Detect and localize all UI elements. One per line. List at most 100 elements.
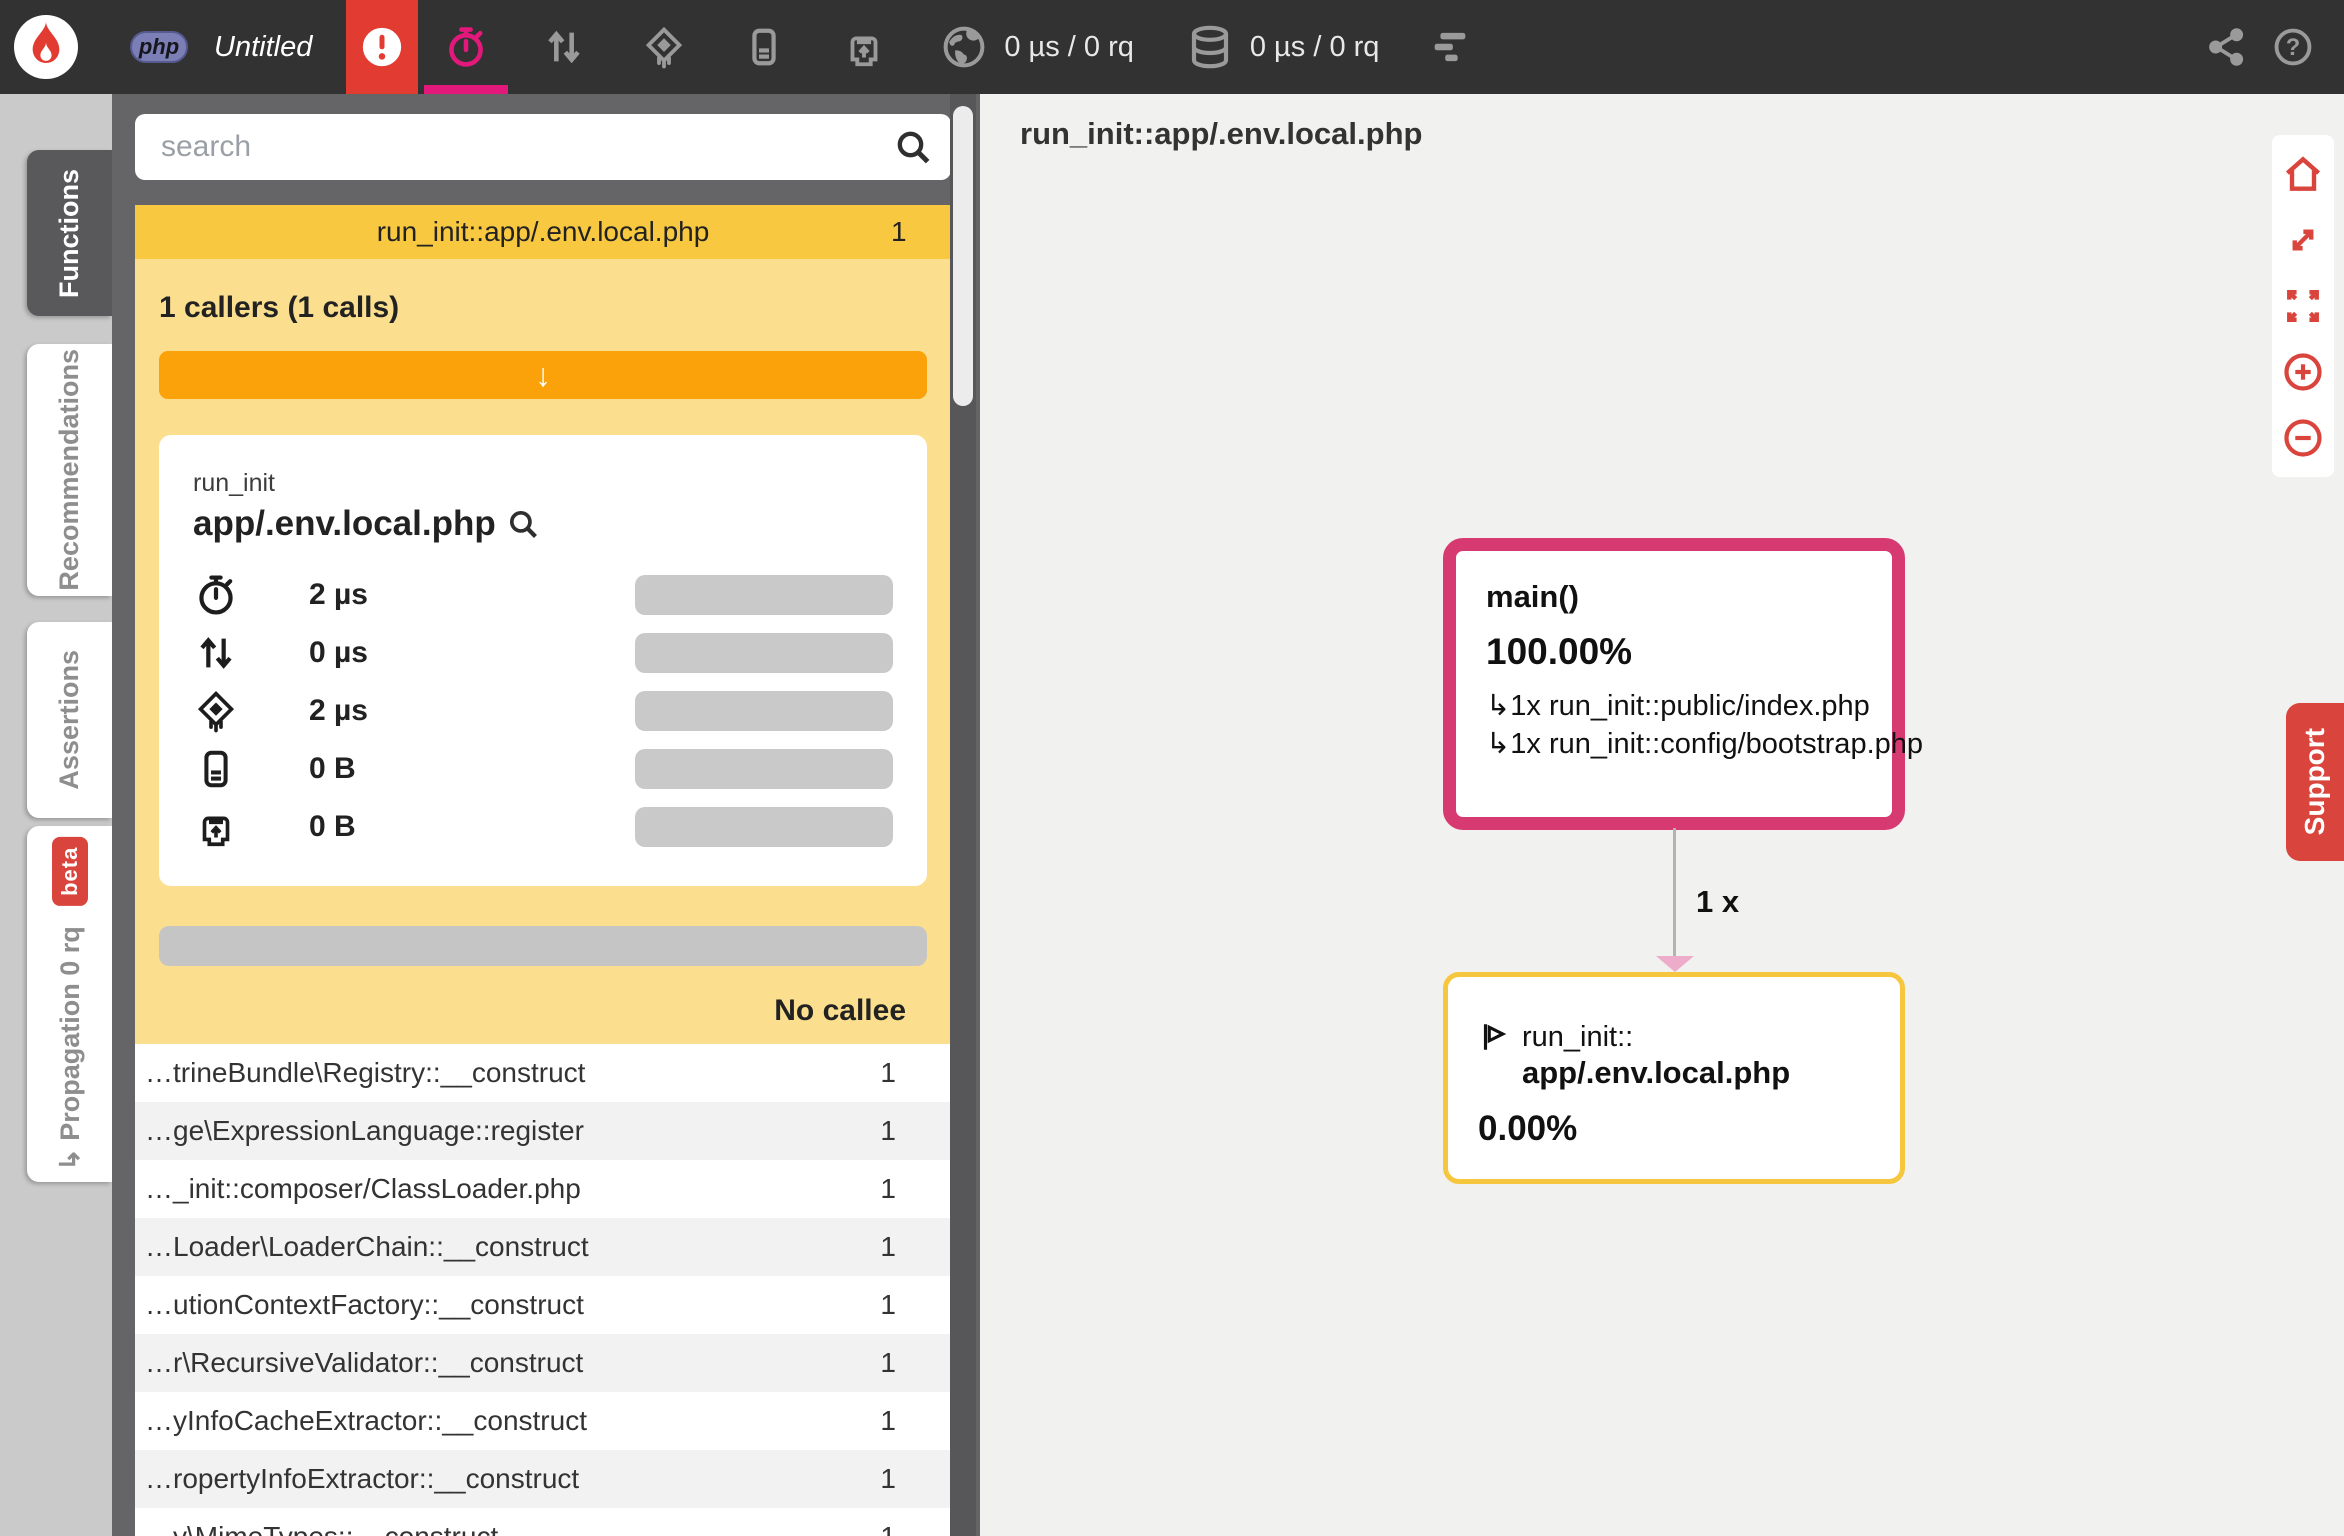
function-list-row[interactable]: …utionContextFactory::__construct 1 <box>135 1276 951 1334</box>
cpu-time-dimension-button[interactable] <box>614 0 714 94</box>
tab-recommendations[interactable]: Recommendations <box>27 344 112 596</box>
function-name: …y\MimeTypes::__construct <box>145 1521 860 1536</box>
graph-edge-label: 1 x <box>1696 884 1739 920</box>
stopwatch-icon <box>193 572 239 618</box>
search-input[interactable] <box>135 130 893 164</box>
cpu-icon <box>193 688 239 734</box>
fit-view-button[interactable] <box>2272 207 2334 273</box>
share-icon <box>2206 26 2248 68</box>
callee-placeholder-bar <box>159 926 927 966</box>
zoom-in-button[interactable] <box>2272 339 2334 405</box>
stopwatch-icon <box>443 24 489 70</box>
http-requests-stat[interactable]: 0 µs / 0 rq <box>914 0 1160 94</box>
zoom-out-button[interactable] <box>2272 405 2334 471</box>
function-namespace: run_init <box>193 469 893 498</box>
network-dimension-button[interactable] <box>814 0 914 94</box>
function-name: …ropertyInfoExtractor::__construct <box>145 1463 860 1495</box>
call-graph-canvas[interactable]: run_init::app/.env.local.php <box>980 94 2344 1536</box>
caller-direction-button[interactable]: ↓ <box>159 351 927 399</box>
support-label: Support <box>2299 728 2331 835</box>
function-list-row[interactable]: …r\RecursiveValidator::__construct 1 <box>135 1334 951 1392</box>
function-list: …trineBundle\Registry::__construct 1 …ge… <box>135 1044 951 1536</box>
call-count: 1 <box>880 1231 896 1263</box>
tab-assertions[interactable]: Assertions <box>27 622 112 818</box>
fullscreen-icon <box>2281 284 2325 328</box>
function-list-row[interactable]: …yInfoCacheExtractor::__construct 1 <box>135 1392 951 1450</box>
metric-row-cpu-time: 2 µs <box>193 682 893 740</box>
home-icon <box>2281 152 2325 196</box>
function-list-row[interactable]: …y\MimeTypes::__construct 1 <box>135 1508 951 1536</box>
inspect-function-icon[interactable] <box>506 507 540 541</box>
blackfire-logo[interactable] <box>14 15 78 79</box>
http-stat-value: 0 µs / 0 rq <box>1004 31 1134 64</box>
node-main-name: main() <box>1486 579 1862 615</box>
flame-icon <box>14 15 78 79</box>
call-count: 1 <box>880 1057 896 1089</box>
function-list-row[interactable]: …ge\ExpressionLanguage::register 1 <box>135 1102 951 1160</box>
node-selected-percent: 0.00% <box>1478 1109 1870 1149</box>
function-list-row[interactable]: …Loader\LoaderChain::__construct 1 <box>135 1218 951 1276</box>
recommendations-alert-button[interactable] <box>346 0 418 94</box>
help-button[interactable]: ? <box>2260 0 2326 94</box>
io-arrows-icon <box>541 24 587 70</box>
help-icon: ? <box>2272 26 2314 68</box>
memory-dimension-button[interactable] <box>714 0 814 94</box>
svg-text:?: ? <box>2286 35 2300 61</box>
node-main-callee: ↳1x run_init::public/index.php <box>1486 687 1862 725</box>
timeline-button[interactable] <box>1405 0 1495 94</box>
sql-queries-stat[interactable]: 0 µs / 0 rq <box>1160 0 1406 94</box>
no-callee-label: No callee <box>135 966 951 1028</box>
graph-node-main[interactable]: main() 100.00% ↳1x run_init::public/inde… <box>1443 538 1905 830</box>
memory-icon <box>193 746 239 792</box>
function-list-row[interactable]: …trineBundle\Registry::__construct 1 <box>135 1044 951 1102</box>
beta-badge: beta <box>52 837 88 906</box>
function-name: …_init::composer/ClassLoader.php <box>145 1173 860 1205</box>
panel-scrollbar-thumb[interactable] <box>953 106 973 406</box>
tab-propagation[interactable]: ↳ Propagation 0 rq beta <box>27 826 112 1182</box>
exclamation-icon <box>359 24 405 70</box>
zoom-in-icon <box>2281 350 2325 394</box>
search-icon[interactable] <box>893 127 933 167</box>
globe-icon <box>940 23 988 71</box>
memory-value: 0 B <box>309 752 509 786</box>
function-name: …utionContextFactory::__construct <box>145 1289 860 1321</box>
graph-title: run_init::app/.env.local.php <box>1020 116 1422 152</box>
function-name: …yInfoCacheExtractor::__construct <box>145 1405 860 1437</box>
functions-panel: run_init::app/.env.local.php 1 1 callers… <box>112 94 980 1536</box>
top-toolbar: php Untitled <box>0 0 2344 94</box>
cpu-time-bar <box>635 691 893 731</box>
sql-stat-value: 0 µs / 0 rq <box>1250 31 1380 64</box>
reset-view-button[interactable] <box>2272 141 2334 207</box>
database-icon <box>1186 23 1234 71</box>
network-value: 0 B <box>309 810 509 844</box>
timeline-bars-icon <box>1427 24 1473 70</box>
tab-functions-label: Functions <box>54 169 85 298</box>
function-name: …trineBundle\Registry::__construct <box>145 1057 860 1089</box>
call-count: 1 <box>880 1173 896 1205</box>
graph-node-selected[interactable]: run_init:: app/.env.local.php 0.00% <box>1443 972 1905 1184</box>
node-selected-prefix: run_init:: <box>1522 1021 1633 1054</box>
metric-row-memory: 0 B <box>193 740 893 798</box>
network-icon <box>841 24 887 70</box>
io-time-dimension-button[interactable] <box>514 0 614 94</box>
graph-edge <box>1673 828 1676 960</box>
support-button[interactable]: Support <box>2286 703 2344 861</box>
panel-scrollbar[interactable] <box>950 94 976 1536</box>
profile-title[interactable]: Untitled <box>214 31 312 64</box>
wall-time-value: 2 µs <box>309 578 509 612</box>
function-name: …ge\ExpressionLanguage::register <box>145 1115 860 1147</box>
search-box <box>135 114 951 180</box>
call-count: 1 <box>880 1347 896 1379</box>
wall-time-bar <box>635 575 893 615</box>
share-button[interactable] <box>2194 0 2260 94</box>
zoom-out-icon <box>2281 416 2325 460</box>
callers-header: 1 callers (1 calls) <box>135 259 951 325</box>
tab-functions[interactable]: Functions <box>27 150 112 316</box>
selected-function-row[interactable]: run_init::app/.env.local.php 1 <box>135 205 951 259</box>
php-language-badge: php <box>130 31 188 63</box>
metric-row-io-time: 0 µs <box>193 624 893 682</box>
fullscreen-button[interactable] <box>2272 273 2334 339</box>
wall-time-dimension-button[interactable] <box>418 0 514 94</box>
function-list-row[interactable]: …ropertyInfoExtractor::__construct 1 <box>135 1450 951 1508</box>
function-list-row[interactable]: …_init::composer/ClassLoader.php 1 <box>135 1160 951 1218</box>
